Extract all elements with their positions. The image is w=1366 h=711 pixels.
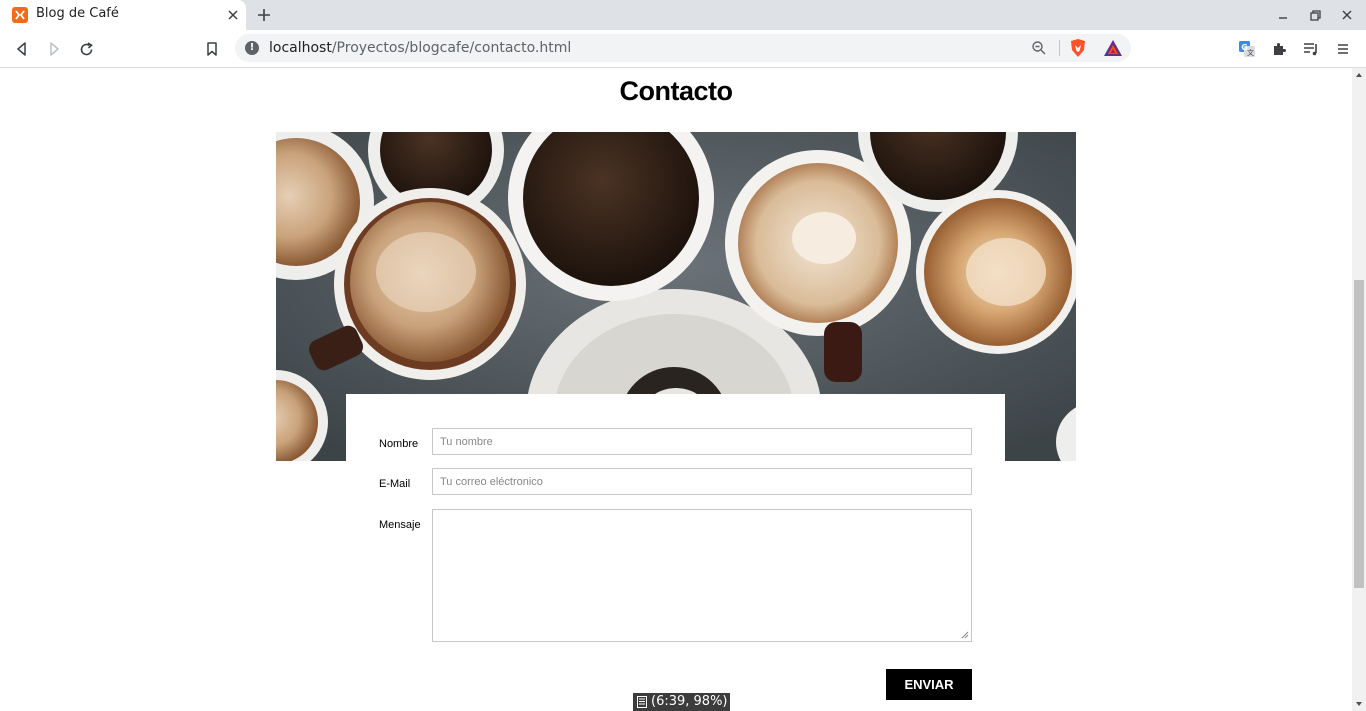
extensions-icon[interactable] (1268, 38, 1290, 60)
translate-icon[interactable]: G文 (1236, 38, 1258, 60)
browser-tab[interactable]: Blog de Café (0, 0, 246, 30)
separator (1059, 40, 1060, 56)
close-tab-icon[interactable] (224, 6, 242, 24)
reload-icon[interactable] (75, 38, 97, 60)
close-window-icon[interactable] (1338, 6, 1356, 24)
zoom-icon[interactable] (1031, 40, 1047, 56)
tab-strip: Blog de Café (0, 0, 1366, 30)
page-scrollbar[interactable] (1352, 68, 1366, 711)
email-input[interactable]: Tu correo eléctronico (432, 468, 972, 495)
name-placeholder: Tu nombre (440, 436, 493, 448)
reading-list-icon[interactable] (1300, 38, 1322, 60)
brave-shields-icon[interactable] (1069, 38, 1087, 58)
forward-icon[interactable] (43, 38, 65, 60)
message-label: Mensaje (379, 519, 421, 531)
email-label: E-Mail (379, 478, 411, 490)
page-viewport: Contacto Nombre Tu nombre E-Mail Tu corr… (0, 68, 1352, 711)
submit-button[interactable]: ENVIAR (886, 669, 972, 700)
browser-toolbar: ! localhost/Proyectos/blogcafe/contacto.… (0, 30, 1366, 68)
name-input[interactable]: Tu nombre (432, 428, 972, 455)
address-bar[interactable]: ! localhost/Proyectos/blogcafe/contacto.… (235, 34, 1131, 62)
url-text[interactable]: localhost/Proyectos/blogcafe/contacto.ht… (269, 40, 571, 56)
xampp-icon (12, 7, 28, 23)
scroll-up-icon[interactable] (1355, 71, 1363, 79)
brave-rewards-icon[interactable] (1103, 39, 1123, 57)
minimize-icon[interactable] (1274, 6, 1292, 24)
status-text: (6:39, 98%) (651, 694, 728, 709)
svg-text:文: 文 (1247, 48, 1254, 57)
document-icon (637, 696, 647, 708)
scroll-thumb[interactable] (1354, 280, 1364, 588)
message-textarea[interactable] (432, 509, 972, 642)
site-info-icon[interactable]: ! (245, 41, 259, 55)
menu-icon[interactable] (1332, 38, 1354, 60)
contact-form: Nombre Tu nombre E-Mail Tu correo eléctr… (346, 394, 1005, 711)
scroll-down-icon[interactable] (1355, 700, 1363, 708)
email-placeholder: Tu correo eléctronico (440, 476, 543, 488)
restore-icon[interactable] (1306, 6, 1324, 24)
status-indicator: (6:39, 98%) (633, 693, 730, 711)
page-title: Contacto (619, 76, 734, 106)
name-label: Nombre (379, 438, 419, 450)
bookmark-icon[interactable] (201, 38, 223, 60)
back-icon[interactable] (11, 38, 33, 60)
tab-title: Blog de Café (36, 6, 119, 21)
new-tab-icon[interactable] (254, 5, 274, 25)
resize-grip-icon[interactable] (961, 631, 969, 639)
